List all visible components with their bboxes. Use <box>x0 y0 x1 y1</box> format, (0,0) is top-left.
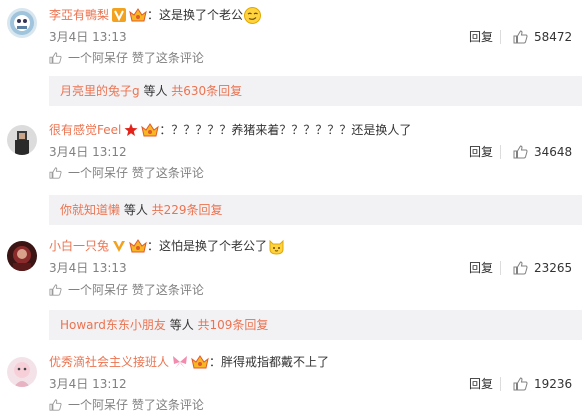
avatar[interactable] <box>7 357 37 387</box>
thumbs-up-icon <box>49 284 62 296</box>
timestamp: 3月4日 13:12 <box>49 377 127 391</box>
vip-crown-badge-icon <box>129 8 147 22</box>
reply-user-link[interactable]: 你就知道懒 <box>60 203 120 217</box>
comment-text: ？？？？？养猪来着？？？？？？还是换人了 <box>171 123 412 137</box>
colon: ： <box>209 355 222 369</box>
like-count: 34648 <box>534 145 573 159</box>
timestamp: 3月4日 13:13 <box>49 261 127 275</box>
timestamp: 3月4日 13:12 <box>49 145 127 159</box>
reply-button[interactable]: 回复 <box>469 260 493 276</box>
reply-summary: 你就知道懒 等人 共229条回复 <box>49 195 582 225</box>
divider <box>500 261 501 275</box>
smirk-emoji-icon <box>244 6 262 24</box>
like-button[interactable]: 58472 <box>513 29 572 45</box>
liked-by-text: 一个阿呆仔 赞了这条评论 <box>68 51 204 65</box>
like-button[interactable]: 34648 <box>513 144 572 160</box>
reply-user-link[interactable]: 月亮里的兔子g <box>60 84 140 98</box>
colon: ： <box>147 239 160 253</box>
liked-by: 一个阿呆仔 赞了这条评论 <box>49 282 204 298</box>
like-button[interactable]: 19236 <box>513 376 572 392</box>
verified-badge-icon <box>113 241 126 252</box>
reply-mid-text: 等人 <box>165 318 198 332</box>
comment-line: 李亞有鴨梨 ： 这是换了个老公 <box>49 6 262 24</box>
comment-line: 很有感觉Feel ： ？？？？？养猪来着？？？？？？还是换人了 <box>49 121 411 139</box>
username[interactable]: 优秀滴社会主义接班人 <box>49 353 169 371</box>
colon: ： <box>159 123 172 137</box>
star-badge-icon <box>124 123 138 136</box>
divider <box>500 30 501 44</box>
comment-text: 这怕是换了个老公了 <box>159 239 268 253</box>
username[interactable]: 小白一只兔 <box>49 237 109 255</box>
vip-crown-badge-icon <box>191 355 209 369</box>
timestamp: 3月4日 13:13 <box>49 30 127 44</box>
comment-line: 优秀滴社会主义接班人 ： 胖得戒指都戴不上了 <box>49 353 329 371</box>
reply-total-link[interactable]: 共229条回复 <box>152 203 223 217</box>
reply-summary: 月亮里的兔子g 等人 共630条回复 <box>49 76 582 106</box>
liked-by-text: 一个阿呆仔 赞了这条评论 <box>68 398 204 412</box>
reply-total-link[interactable]: 共630条回复 <box>171 84 242 98</box>
avatar[interactable] <box>7 241 37 271</box>
verified-badge-icon <box>112 8 127 22</box>
colon: ： <box>147 8 160 22</box>
reply-total-link[interactable]: 共109条回复 <box>198 318 269 332</box>
thumbs-up-icon <box>49 52 62 64</box>
vip-crown-badge-icon <box>141 123 160 137</box>
comment-line: 小白一只兔 ： 这怕是换了个老公了 <box>49 237 285 255</box>
thumbs-up-icon <box>49 167 62 179</box>
avatar[interactable] <box>7 125 37 155</box>
like-count: 23265 <box>534 261 573 275</box>
reply-button[interactable]: 回复 <box>469 376 493 392</box>
liked-by-text: 一个阿呆仔 赞了这条评论 <box>68 166 204 180</box>
cat-emoji-icon <box>269 239 284 255</box>
reply-mid-text: 等人 <box>120 203 152 217</box>
liked-by: 一个阿呆仔 赞了这条评论 <box>49 165 204 181</box>
thumbs-up-icon <box>49 399 62 411</box>
username[interactable]: 李亞有鴨梨 <box>49 6 109 24</box>
thumbs-up-icon <box>513 30 528 44</box>
reply-button[interactable]: 回复 <box>469 29 493 45</box>
liked-by: 一个阿呆仔 赞了这条评论 <box>49 397 204 413</box>
liked-by: 一个阿呆仔 赞了这条评论 <box>49 50 204 66</box>
vip-crown-badge-icon <box>129 239 147 253</box>
butterfly-badge-icon <box>173 356 188 368</box>
reply-user-link[interactable]: Howard东东小朋友 <box>60 318 166 332</box>
liked-by-text: 一个阿呆仔 赞了这条评论 <box>68 283 204 297</box>
divider <box>500 145 501 159</box>
reply-mid-text: 等人 <box>139 84 172 98</box>
thumbs-up-icon <box>513 261 528 275</box>
comment-text: 这是换了个老公 <box>159 8 244 22</box>
like-count: 19236 <box>534 377 573 391</box>
username[interactable]: 很有感觉Feel <box>49 121 121 139</box>
comment-text: 胖得戒指都戴不上了 <box>221 355 330 369</box>
like-button[interactable]: 23265 <box>513 260 572 276</box>
thumbs-up-icon <box>513 145 528 159</box>
like-count: 58472 <box>534 30 573 44</box>
divider <box>500 377 501 391</box>
avatar[interactable] <box>7 8 37 38</box>
reply-summary: Howard东东小朋友 等人 共109条回复 <box>49 310 582 340</box>
reply-button[interactable]: 回复 <box>469 144 493 160</box>
thumbs-up-icon <box>513 377 528 391</box>
